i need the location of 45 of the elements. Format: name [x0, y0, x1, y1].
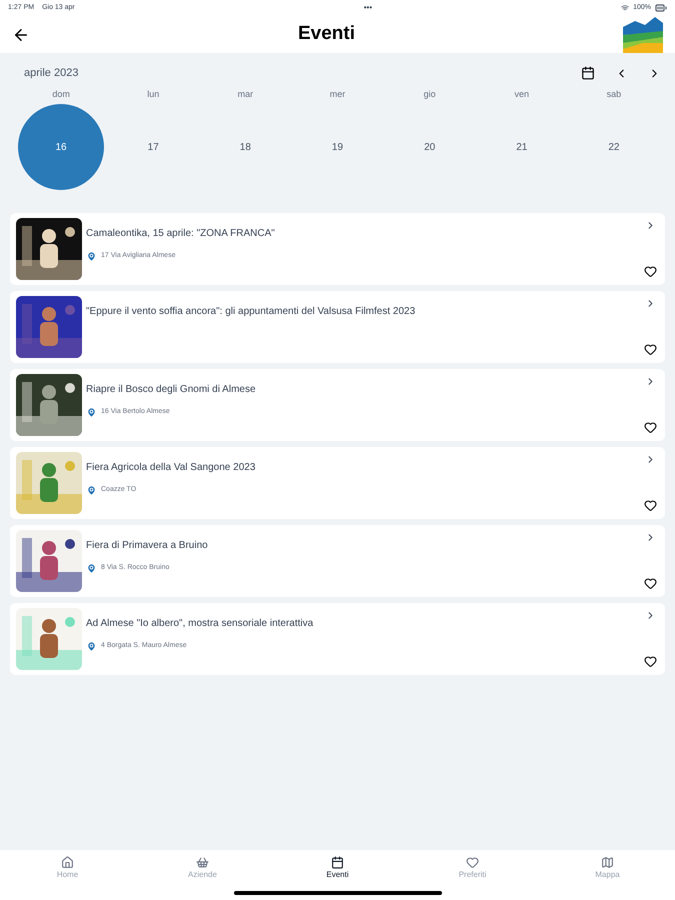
location-pin-icon	[86, 484, 97, 496]
location-pin-icon	[86, 640, 97, 652]
favorite-button[interactable]	[644, 499, 657, 512]
month-label: aprile 2023	[24, 66, 78, 81]
status-dots: •••	[362, 2, 372, 14]
location-pin-icon	[86, 406, 97, 418]
calendar-button[interactable]	[581, 66, 595, 80]
favorite-button[interactable]	[644, 421, 657, 434]
weekday-label: sab	[606, 88, 622, 100]
favorite-button[interactable]	[644, 577, 657, 590]
weekday-label: mar	[238, 88, 254, 100]
event-title: Fiera di Primavera a Bruino	[86, 540, 209, 552]
map-icon	[601, 856, 614, 869]
logo-icon	[623, 17, 663, 53]
location-pin-icon	[86, 250, 97, 262]
wifi-icon	[621, 4, 630, 12]
basket-icon	[196, 856, 209, 869]
day-button[interactable]: 21	[478, 104, 565, 190]
calendar-icon	[330, 856, 344, 869]
favorite-button[interactable]	[644, 265, 657, 278]
favorite-button[interactable]	[644, 343, 657, 356]
day-button[interactable]: 19	[294, 104, 380, 190]
event-title: Fiera Agricola della Val Sangone 2023	[86, 462, 256, 474]
weekday-label: lun	[147, 88, 160, 100]
event-card[interactable]: "Eppure il vento soffia ancora": gli appuntamenti del Valsusa Filmfest 2023	[10, 291, 665, 363]
weekday-label: gio	[424, 88, 436, 101]
tab-bar-item[interactable]: Eventi	[326, 856, 349, 881]
event-title: Camaleontika, 15 aprile: "ZONA FRANCA"	[86, 228, 276, 240]
day-button[interactable]: 22	[570, 104, 657, 190]
weekday-label: mer	[330, 88, 346, 100]
event-title: "Eppure il vento soffia ancora": gli appuntamenti del Valsusa Filmfest 2023	[86, 306, 416, 318]
home-icon	[61, 856, 74, 869]
event-title: Riapre il Bosco degli Gnomi di Almese	[86, 384, 257, 396]
heart-icon	[466, 856, 479, 869]
page-title: Eventi	[298, 22, 356, 46]
weekday-label: ven	[514, 88, 530, 100]
weekday-label: dom	[52, 88, 70, 100]
location-pin-icon	[86, 562, 97, 574]
day-button[interactable]: 18	[202, 104, 288, 190]
day-button[interactable]: 16	[18, 104, 104, 190]
battery-icon	[654, 2, 667, 14]
event-title: Ad Almese "Io albero", mostra sensoriale interattiva	[86, 618, 314, 630]
day-button[interactable]: 17	[110, 104, 196, 190]
favorite-button[interactable]	[644, 655, 657, 668]
day-button[interactable]: 20	[386, 104, 473, 190]
